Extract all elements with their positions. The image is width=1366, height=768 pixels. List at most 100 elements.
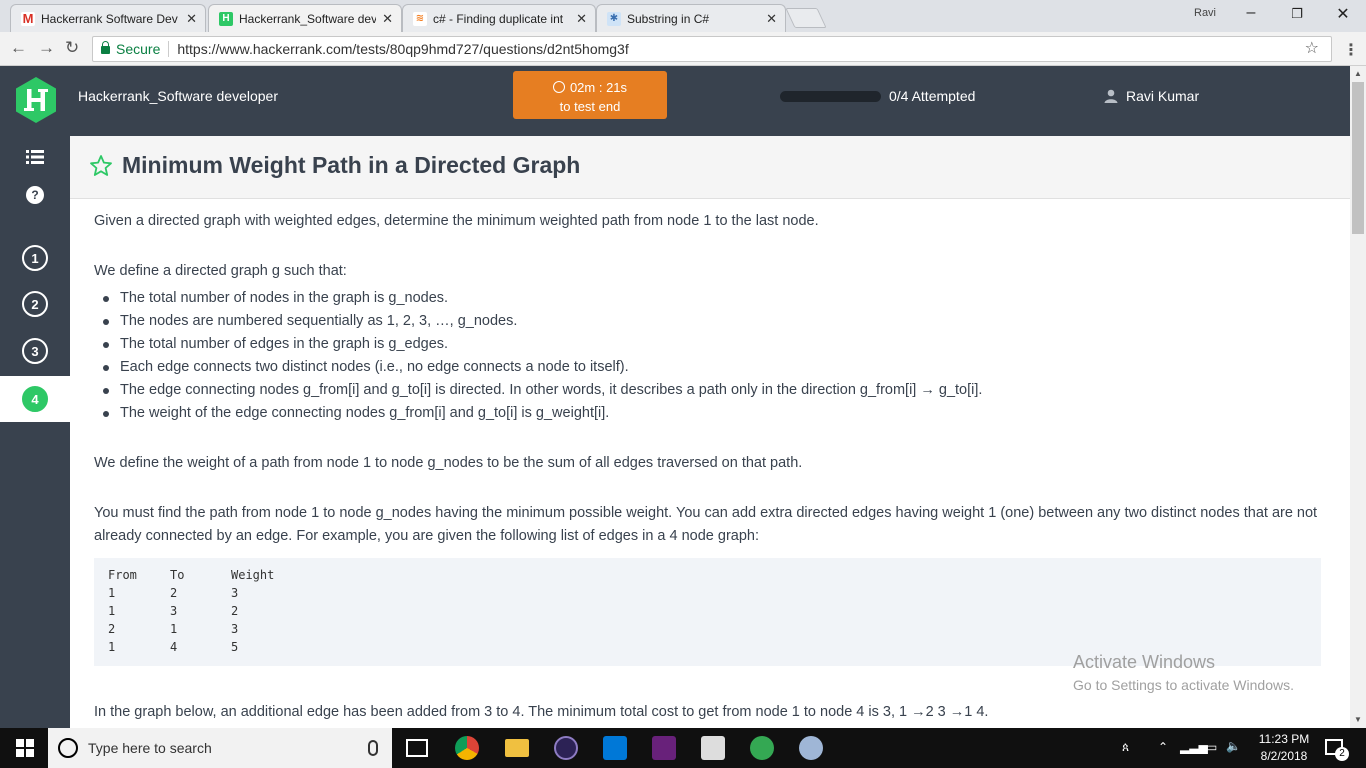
reload-icon[interactable]: ↻: [65, 38, 79, 58]
timer-value: 02m : 21s: [569, 80, 628, 95]
secure-label: Secure: [116, 41, 161, 57]
question-list-toggle[interactable]: [0, 146, 70, 168]
question-content: Given a directed graph with weighted edg…: [70, 199, 1350, 728]
profile-name[interactable]: Ravi: [1194, 7, 1216, 19]
question-number: 2: [22, 291, 48, 317]
browser-tab-2[interactable]: H Hackerrank_Software dev ✕: [208, 4, 402, 32]
list-item: The total number of edges in the graph i…: [102, 333, 982, 356]
browser-tab-1[interactable]: M Hackerrank Software Dev ✕: [10, 4, 206, 32]
close-icon[interactable]: ✕: [382, 11, 393, 27]
table-cell: 3: [231, 622, 239, 636]
list-item: The weight of the edge connecting nodes …: [102, 402, 982, 425]
scroll-up-icon[interactable]: ▲: [1350, 66, 1366, 82]
bookmark-star-icon[interactable]: [89, 154, 113, 178]
address-bar[interactable]: Secure https://www.hackerrank.com/tests/…: [92, 36, 1332, 62]
network-icon[interactable]: ▂▃▅: [1180, 740, 1208, 754]
list-icon: [26, 150, 44, 164]
app-globe-icon[interactable]: [799, 736, 823, 760]
windows-start-icon[interactable]: [16, 739, 34, 757]
close-window-icon[interactable]: ✕: [1333, 4, 1353, 24]
dotnet-icon: ✱: [607, 11, 621, 26]
countdown-timer: 02m : 21s to test end: [513, 71, 667, 119]
table-header-row: From To Weight: [108, 566, 274, 584]
volume-icon[interactable]: 🔈: [1226, 739, 1241, 753]
notification-count: 2: [1335, 747, 1349, 761]
battery-icon[interactable]: ▭: [1206, 740, 1217, 754]
column-header: Weight: [231, 568, 275, 582]
eclipse-icon[interactable]: [554, 736, 578, 760]
question-number: 4: [22, 386, 48, 412]
help-icon: ?: [26, 186, 44, 204]
table-cell: 2: [108, 622, 116, 636]
kebab-menu-icon[interactable]: ⋮: [1343, 40, 1359, 60]
question-intro: Given a directed graph with weighted edg…: [94, 213, 819, 229]
list-item: The edge connecting nodes g_from[i] and …: [102, 379, 982, 402]
question-number: 1: [22, 245, 48, 271]
watermark-title: Activate Windows: [1073, 652, 1216, 672]
table-cell: 1: [108, 604, 116, 618]
clock-icon: [552, 81, 565, 93]
task-view-icon[interactable]: [406, 739, 428, 757]
new-tab-button[interactable]: [785, 8, 827, 28]
scrollbar-thumb[interactable]: [1352, 82, 1364, 234]
vscode-icon[interactable]: [603, 736, 627, 760]
list-item: Each edge connects two distinct nodes (i…: [102, 356, 982, 379]
browser-tab-4[interactable]: ✱ Substring in C# ✕: [596, 4, 786, 32]
taskbar-search[interactable]: Type here to search: [48, 728, 392, 768]
watermark-subtitle: Go to Settings to activate Windows.: [1073, 677, 1294, 693]
table-cell: 2: [231, 604, 239, 618]
page-scrollbar[interactable]: ▲ ▼: [1350, 66, 1366, 728]
minimize-icon[interactable]: –: [1241, 4, 1261, 22]
restore-icon[interactable]: ❐: [1287, 6, 1307, 22]
close-icon[interactable]: ✕: [576, 11, 587, 27]
system-clock[interactable]: 11:23 PM 8/2/2018: [1250, 731, 1318, 765]
user-menu[interactable]: Ravi Kumar: [1104, 88, 1199, 104]
tab-label: Hackerrank_Software dev: [239, 11, 377, 26]
edge-table-code: From To Weight 1 2 3 1 3 2 2 1 3 1 4 5: [94, 558, 1321, 666]
attempt-progress-bar: [780, 91, 881, 102]
secure-indicator[interactable]: Secure: [101, 41, 160, 57]
people-icon[interactable]: ጰ: [1122, 740, 1129, 755]
visual-studio-icon[interactable]: [652, 736, 676, 760]
question-nav-rail: ? 1 2 3 4: [0, 136, 70, 728]
column-header: From: [108, 568, 137, 582]
url-text[interactable]: https://www.hackerrank.com/tests/80qp9hm…: [177, 41, 628, 57]
weight-definition: We define the weight of a path from node…: [94, 455, 803, 471]
microphone-icon[interactable]: [368, 740, 378, 756]
scroll-down-icon[interactable]: ▼: [1350, 712, 1366, 728]
definition-list: The total number of nodes in the graph i…: [102, 287, 982, 425]
browser-tab-3[interactable]: ≋ c# - Finding duplicate int ✕: [402, 4, 596, 32]
question-header: Minimum Weight Path in a Directed Graph: [70, 136, 1350, 199]
notification-icon[interactable]: 2: [1325, 739, 1349, 761]
help-button[interactable]: ?: [0, 183, 70, 207]
table-cell: 3: [170, 604, 178, 618]
question-number: 3: [22, 338, 48, 364]
timer-caption: to test end: [559, 99, 621, 114]
user-icon: [1104, 89, 1118, 103]
table-cell: 2: [170, 586, 178, 600]
app-green-icon[interactable]: [750, 736, 774, 760]
file-explorer-icon[interactable]: [505, 739, 529, 757]
question-nav-2[interactable]: 2: [0, 286, 70, 322]
close-icon[interactable]: ✕: [186, 11, 197, 27]
bookmark-star-icon[interactable]: ☆: [1305, 38, 1319, 58]
browser-tabstrip: M Hackerrank Software Dev ✕ H Hackerrank…: [0, 0, 1366, 32]
question-title: Minimum Weight Path in a Directed Graph: [122, 152, 581, 178]
chevron-up-icon[interactable]: ⌃: [1158, 740, 1168, 754]
question-nav-1[interactable]: 1: [0, 240, 70, 276]
question-nav-3[interactable]: 3: [0, 333, 70, 369]
search-placeholder: Type here to search: [88, 740, 212, 756]
hackerrank-icon: H: [219, 11, 233, 26]
attempt-progress-label: 0/4 Attempted: [889, 88, 976, 104]
back-icon[interactable]: ←: [10, 38, 27, 58]
forward-icon[interactable]: →: [38, 38, 55, 58]
tools-icon[interactable]: [701, 736, 725, 760]
close-icon[interactable]: ✕: [766, 11, 777, 27]
chrome-icon[interactable]: [455, 736, 479, 760]
hackerrank-logo-icon[interactable]: [14, 76, 58, 124]
list-item: The total number of nodes in the graph i…: [102, 287, 982, 310]
question-nav-4[interactable]: 4: [0, 376, 70, 422]
column-header: To: [170, 568, 185, 582]
tab-label: Substring in C#: [627, 11, 710, 26]
table-cell: 1: [108, 640, 116, 654]
